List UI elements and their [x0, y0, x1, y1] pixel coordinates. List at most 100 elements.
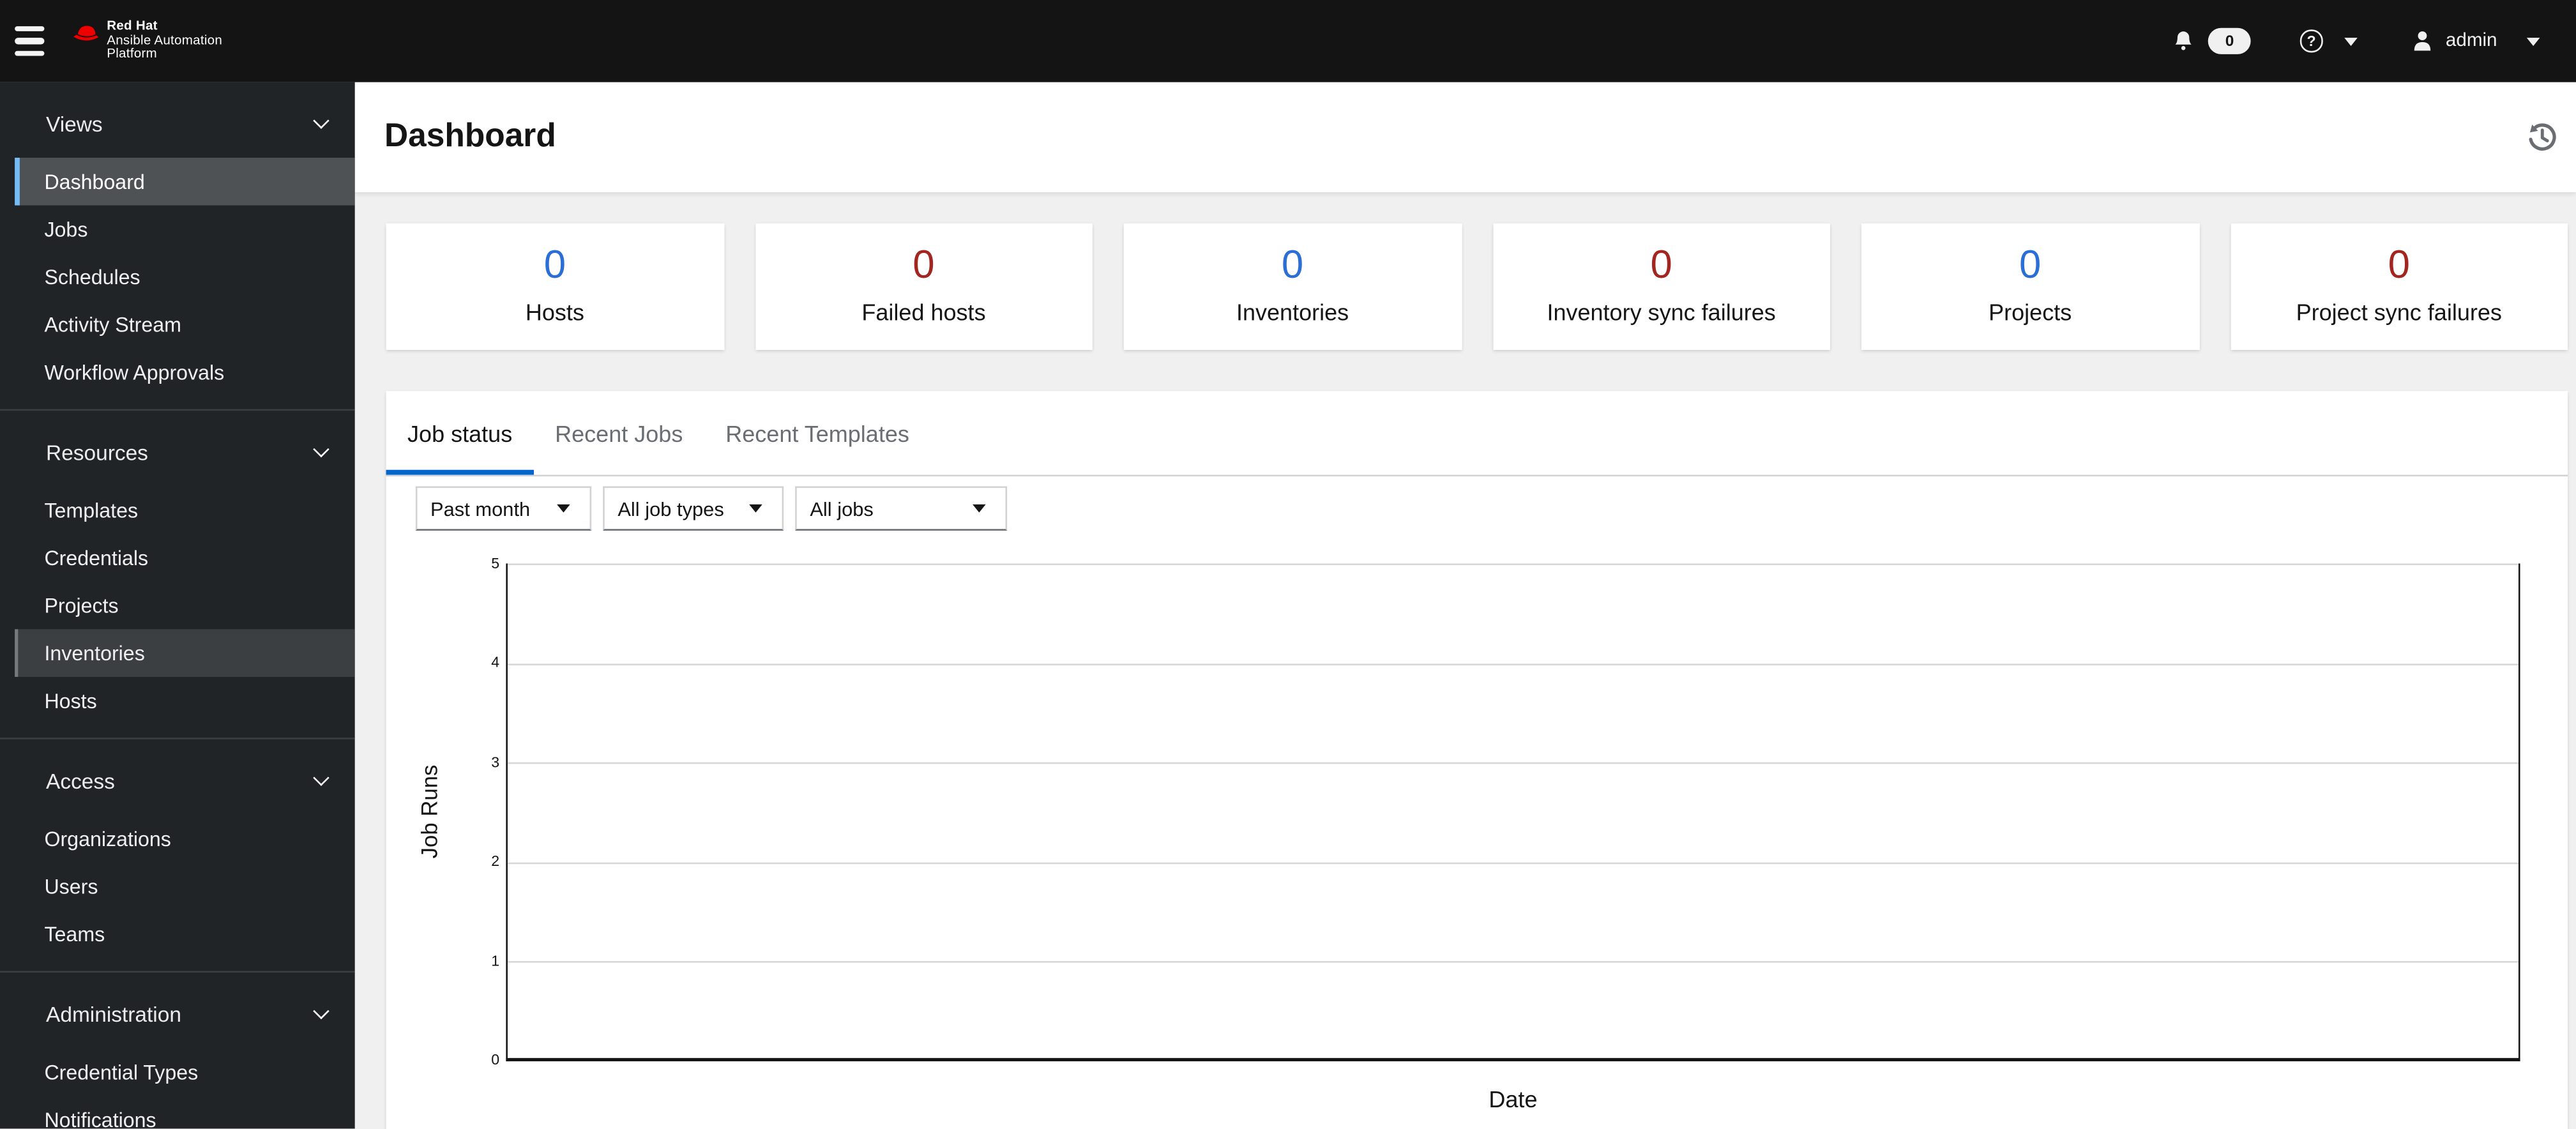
page-header: Dashboard [354, 82, 2576, 193]
period-select[interactable]: Past month [415, 486, 592, 531]
sidebar-item-organizations[interactable]: Organizations [15, 815, 355, 863]
card-label: Inventories [1236, 299, 1349, 326]
tab-job-status[interactable]: Job status [386, 391, 534, 474]
summary-cards: 0 Hosts 0 Failed hosts 0 Inventories 0 I… [386, 223, 2568, 350]
card-label: Hosts [525, 299, 584, 326]
sidebar-item-activity-stream[interactable]: Activity Stream [15, 301, 355, 349]
card-label: Failed hosts [861, 299, 986, 326]
gridline [507, 663, 2519, 665]
chart-filters: Past month All job types All jobs [415, 486, 1008, 531]
sidebar-item-templates[interactable]: Templates [15, 487, 355, 534]
nav-section-administration: Administration Credential Types Notifica… [0, 973, 355, 1129]
history-icon [2529, 123, 2556, 151]
nav-section-label: Views [46, 110, 103, 136]
card-value[interactable]: 0 [1492, 244, 1830, 287]
dashboard-content: 0 Hosts 0 Failed hosts 0 Inventories 0 I… [355, 192, 2576, 1129]
x-axis-label: Date [1489, 1086, 1538, 1112]
chevron-down-icon [313, 441, 330, 458]
gridline [507, 961, 2519, 963]
sidebar-item-credentials[interactable]: Credentials [15, 534, 355, 582]
card-projects[interactable]: 0 Projects [1861, 223, 2199, 350]
chevron-down-icon [313, 112, 330, 129]
nav-section-label: Resources [46, 439, 148, 464]
notifications-bell-icon[interactable] [2172, 29, 2195, 54]
card-project-sync-failures[interactable]: 0 Project sync failures [2230, 223, 2568, 350]
card-value[interactable]: 0 [755, 244, 1093, 287]
card-label: Projects [1989, 299, 2072, 326]
sidebar-item-hosts[interactable]: Hosts [15, 677, 355, 725]
user-avatar-icon[interactable] [2411, 29, 2432, 52]
nav-section-views: Views Dashboard Jobs Schedules Activity … [0, 82, 355, 411]
nav-section-label: Access [46, 768, 115, 793]
masthead-actions: 0 ? admin [2172, 28, 2540, 54]
sidebar-item-dashboard[interactable]: Dashboard [15, 157, 355, 206]
y-tick-4: 4 [491, 653, 500, 671]
card-value[interactable]: 0 [386, 244, 724, 287]
panel-tabs: Job status Recent Jobs Recent Templates [386, 391, 2568, 477]
caret-down-icon [557, 504, 570, 513]
brand-text: Red Hat Ansible Automation Platform [107, 18, 222, 62]
card-label: Project sync failures [2296, 299, 2502, 326]
jobs-select[interactable]: All jobs [795, 486, 1008, 531]
username-label[interactable]: admin [2446, 31, 2497, 51]
brand-logo[interactable]: Red Hat Ansible Automation Platform [72, 18, 222, 62]
sidebar-item-credential-types[interactable]: Credential Types [15, 1048, 355, 1096]
sidebar-item-inventories[interactable]: Inventories [15, 629, 355, 677]
y-tick-0: 0 [491, 1051, 500, 1068]
nav-section-header-access[interactable]: Access [0, 764, 355, 796]
caret-down-icon [749, 504, 762, 513]
sidebar-item-schedules[interactable]: Schedules [15, 253, 355, 301]
caret-down-icon [973, 504, 986, 513]
jobs-select-value: All jobs [810, 497, 874, 520]
y-tick-2: 2 [491, 852, 500, 869]
refresh-history-button[interactable] [2525, 120, 2559, 155]
y-tick-5: 5 [491, 554, 500, 572]
card-hosts[interactable]: 0 Hosts [386, 223, 724, 350]
page-title: Dashboard [384, 118, 556, 155]
nav-section-header-views[interactable]: Views [0, 107, 355, 139]
card-value[interactable]: 0 [2230, 244, 2568, 287]
card-label: Inventory sync failures [1547, 299, 1776, 326]
app-root: Red Hat Ansible Automation Platform 0 ? … [0, 0, 2576, 1129]
job-type-select-value: All job types [617, 497, 724, 520]
gridline [507, 563, 2519, 566]
nav-section-header-administration[interactable]: Administration [0, 997, 355, 1030]
masthead: Red Hat Ansible Automation Platform 0 ? … [0, 0, 2576, 82]
sidebar-item-jobs[interactable]: Jobs [15, 206, 355, 254]
gridline [507, 762, 2519, 764]
tab-recent-templates[interactable]: Recent Templates [704, 391, 931, 474]
card-failed-hosts[interactable]: 0 Failed hosts [755, 223, 1093, 350]
brand-subtitle-2: Platform [107, 46, 157, 61]
y-axis-label: Job Runs [417, 764, 443, 859]
nav-section-label: Administration [46, 1001, 181, 1026]
tab-recent-jobs[interactable]: Recent Jobs [534, 391, 704, 474]
nav-toggle-icon[interactable] [15, 19, 45, 63]
help-icon[interactable]: ? [2300, 29, 2322, 52]
sidebar-item-projects[interactable]: Projects [15, 582, 355, 630]
sidebar-nav: Views Dashboard Jobs Schedules Activity … [0, 82, 355, 1129]
nav-section-access: Access Organizations Users Teams [0, 739, 355, 973]
card-value[interactable]: 0 [1124, 244, 1462, 287]
user-menu-caret-icon[interactable] [2526, 36, 2540, 45]
sidebar-item-users[interactable]: Users [15, 863, 355, 911]
main-area: Dashboard 0 Hosts 0 Failed hosts 0 Inven… [354, 82, 2576, 1129]
red-hat-icon [73, 26, 99, 41]
job-runs-chart-plot[interactable] [506, 563, 2520, 1061]
chevron-down-icon [313, 1003, 330, 1020]
sidebar-item-teams[interactable]: Teams [15, 910, 355, 958]
brand-title: Red Hat [107, 18, 158, 33]
job-status-panel: Job status Recent Jobs Recent Templates … [386, 391, 2568, 1129]
sidebar-item-workflow-approvals[interactable]: Workflow Approvals [15, 348, 355, 396]
job-type-select[interactable]: All job types [603, 486, 784, 531]
period-select-value: Past month [430, 497, 531, 520]
card-inventories[interactable]: 0 Inventories [1123, 223, 1462, 350]
notification-count-badge[interactable]: 0 [2208, 28, 2252, 54]
help-caret-icon[interactable] [2344, 36, 2357, 45]
card-value[interactable]: 0 [1861, 244, 2199, 287]
gridline [507, 861, 2519, 863]
sidebar-item-notifications[interactable]: Notifications [15, 1096, 355, 1129]
y-tick-1: 1 [491, 951, 500, 969]
nav-section-resources: Resources Templates Credentials Projects… [0, 411, 355, 739]
nav-section-header-resources[interactable]: Resources [0, 436, 355, 468]
card-inventory-sync-failures[interactable]: 0 Inventory sync failures [1492, 223, 1830, 350]
